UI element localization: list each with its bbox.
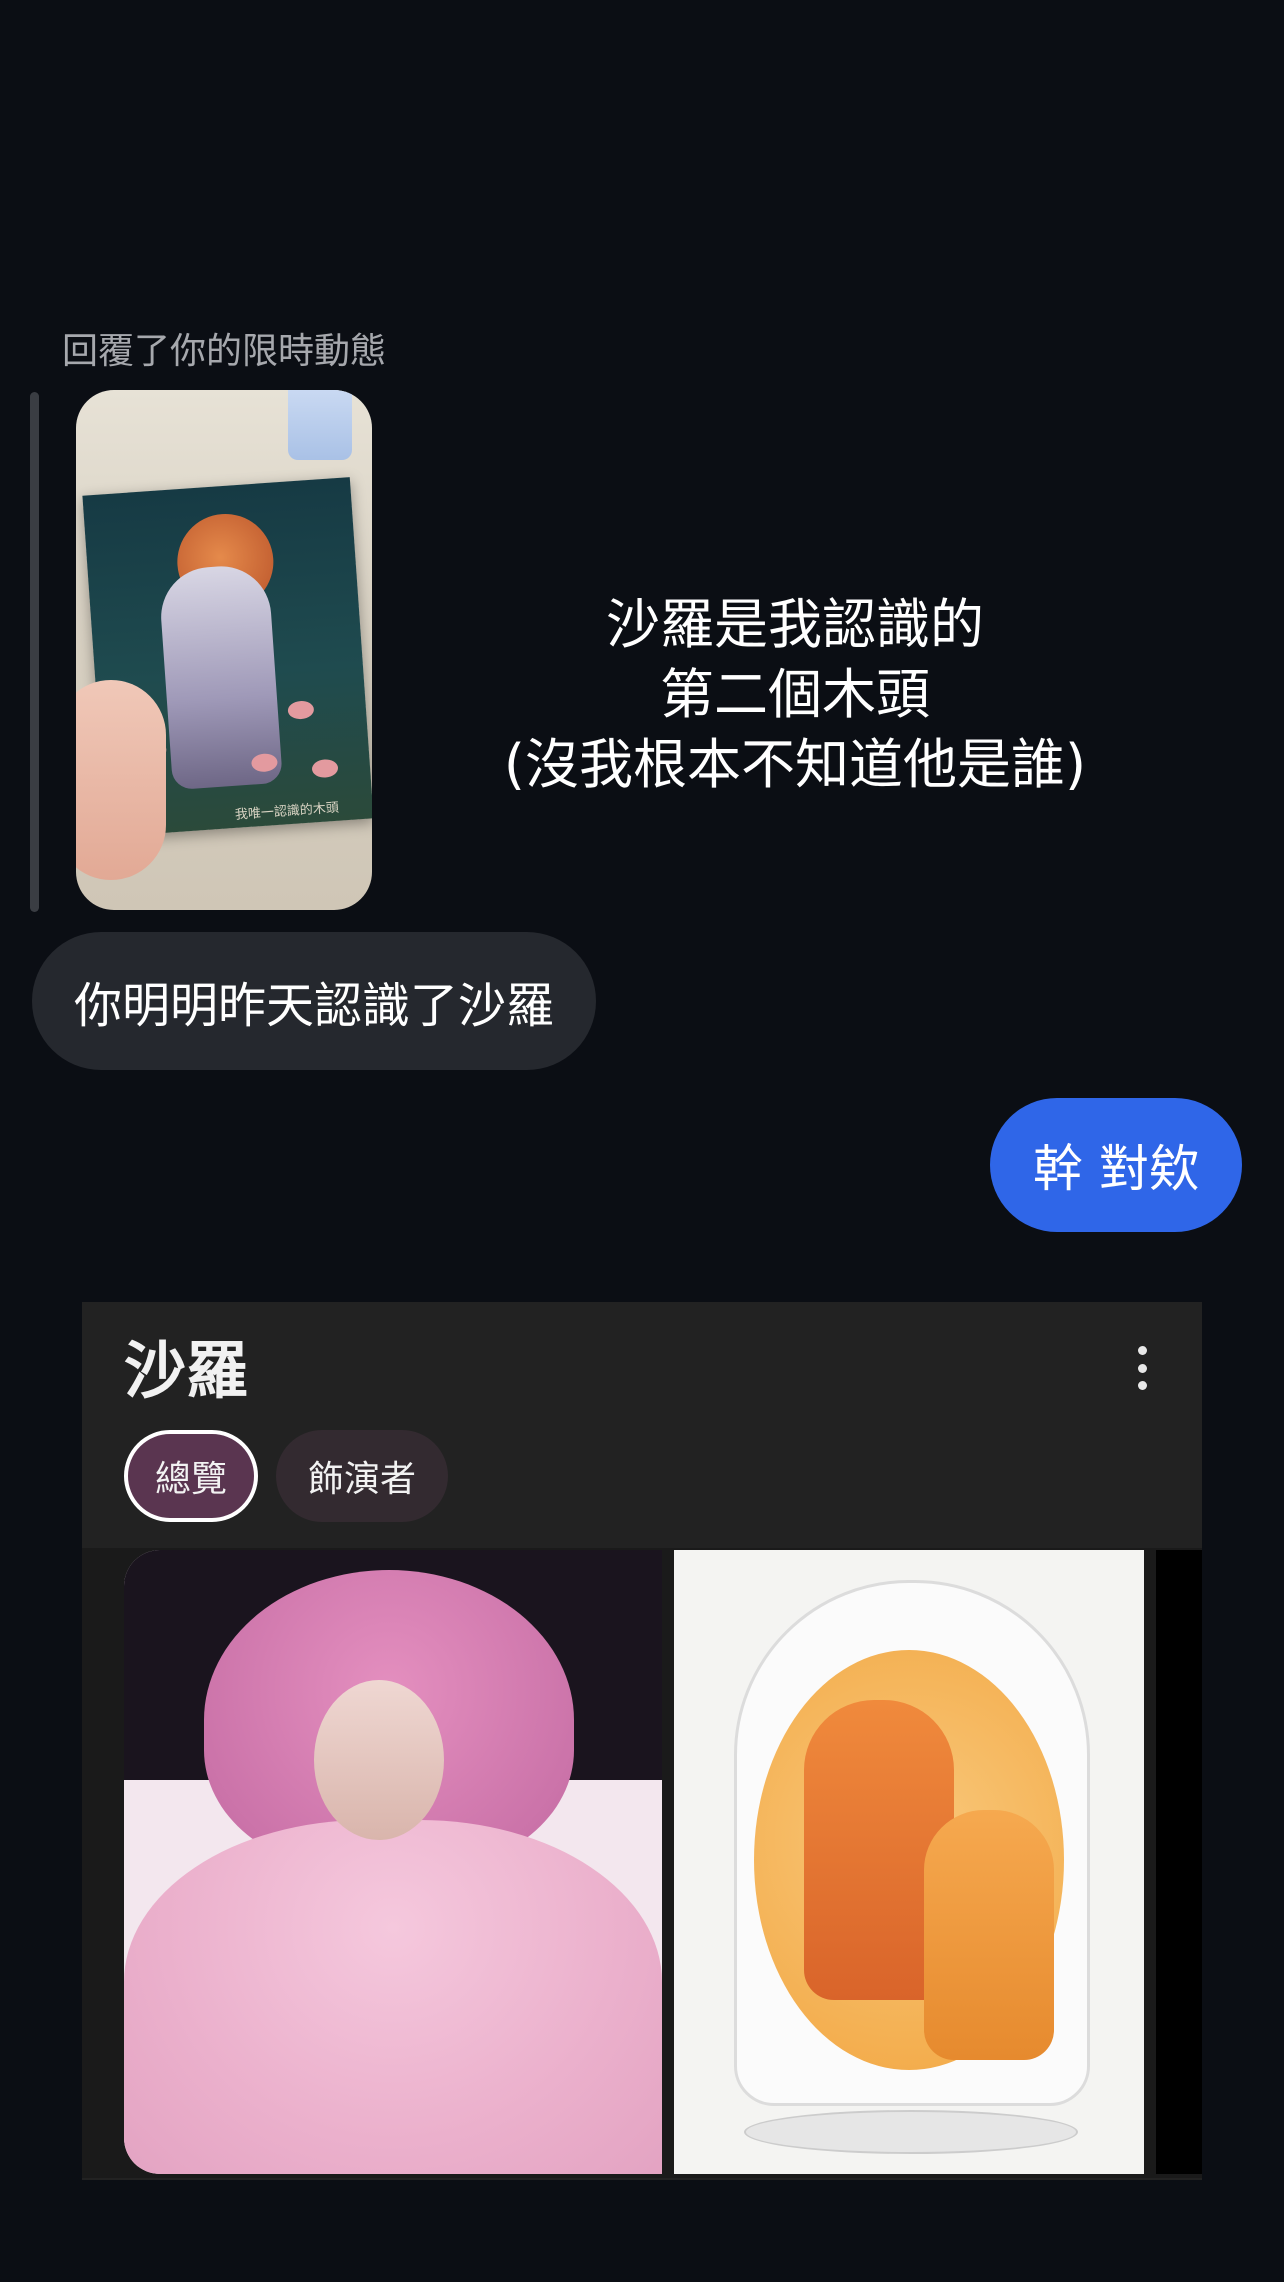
incoming-message-bubble[interactable]: 你明明昨天認識了沙羅 (32, 932, 597, 1070)
reply-quote-bar (30, 392, 39, 912)
story-text-line: 第二個木頭 (660, 663, 930, 726)
hand-decor (76, 680, 166, 880)
story-reply-caption: 回覆了你的限時動態 (62, 331, 387, 372)
card-title: 沙羅 (124, 1334, 249, 1407)
chip-cast[interactable]: 飾演者 (276, 1430, 448, 1522)
outgoing-message-text: 幹 對欸 (1033, 1140, 1199, 1198)
chip-overview[interactable]: 總覽 (124, 1430, 258, 1522)
result-image-puppet[interactable] (124, 1550, 662, 2174)
story-text-line: 沙羅是我認識的 (606, 593, 984, 656)
result-image-partial[interactable] (1156, 1550, 1202, 2174)
window-decor (288, 390, 352, 460)
story-thumbnail[interactable]: 我唯一認識的木頭 (76, 390, 372, 910)
outgoing-message-bubble[interactable]: 幹 對欸 (990, 1098, 1242, 1232)
result-image-acrylic-stand[interactable] (674, 1550, 1144, 2174)
story-text-line: (沒我根本不知道他是誰) (503, 733, 1087, 796)
lotus-decor (311, 758, 339, 779)
postcard-caption: 我唯一認識的木頭 (234, 800, 340, 823)
chip-label: 總覽 (154, 1459, 227, 1500)
incoming-message-text: 你明明昨天認識了沙羅 (74, 978, 555, 1034)
chip-label: 飾演者 (307, 1459, 416, 1500)
more-vertical-icon[interactable] (1130, 1346, 1154, 1390)
lotus-decor (287, 700, 315, 720)
story-text: 沙羅是我認識的 第二個木頭 (沒我根本不知道他是誰) (430, 590, 1160, 800)
